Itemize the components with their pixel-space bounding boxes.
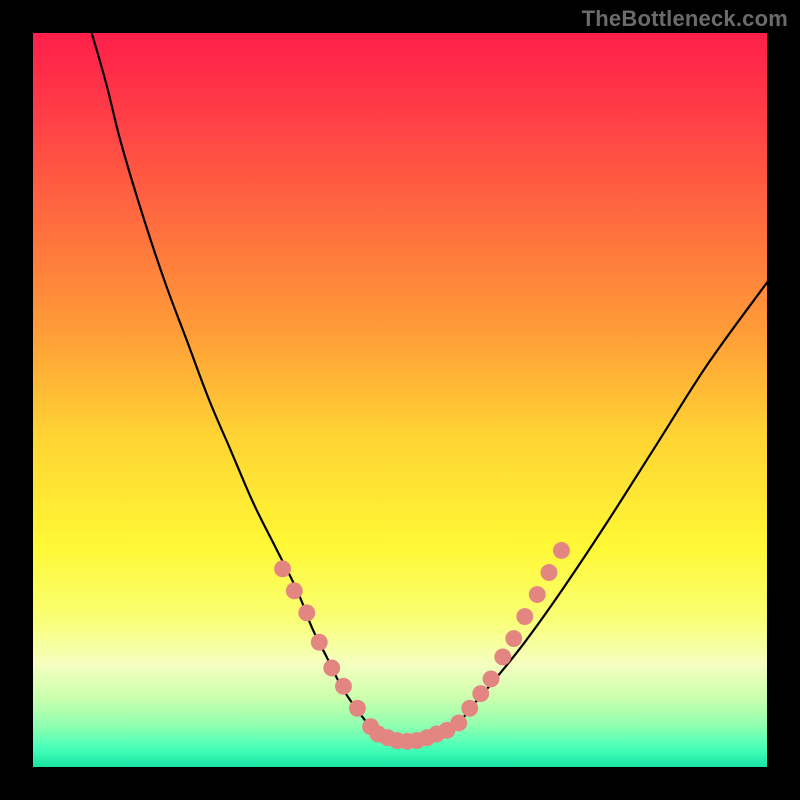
curve-marker xyxy=(472,685,489,702)
curve-marker xyxy=(450,715,467,732)
curve-markers xyxy=(274,542,570,750)
curve-marker xyxy=(516,608,533,625)
curve-marker xyxy=(311,634,328,651)
watermark-text: TheBottleneck.com xyxy=(582,6,788,32)
curve-marker xyxy=(298,604,315,621)
plot-area xyxy=(33,33,767,767)
curve-marker xyxy=(323,659,340,676)
curve-marker xyxy=(529,586,546,603)
curve-marker xyxy=(286,582,303,599)
curve-marker xyxy=(335,678,352,695)
curve-marker xyxy=(483,670,500,687)
curve-marker xyxy=(274,560,291,577)
curve-marker xyxy=(461,700,478,717)
curve-marker xyxy=(494,648,511,665)
curve-layer xyxy=(33,33,767,767)
chart-frame: TheBottleneck.com xyxy=(0,0,800,800)
curve-marker xyxy=(349,700,366,717)
curve-marker xyxy=(541,564,558,581)
bottleneck-curve xyxy=(92,33,767,746)
curve-marker xyxy=(505,630,522,647)
curve-marker xyxy=(553,542,570,559)
